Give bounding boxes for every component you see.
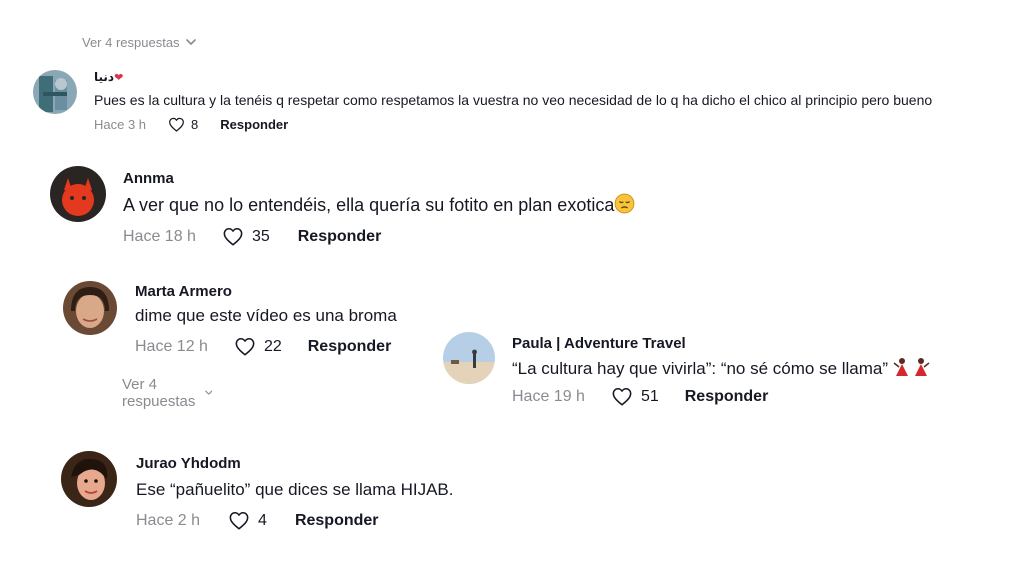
avatar[interactable]	[50, 166, 106, 222]
heart-outline-icon	[612, 387, 632, 406]
reply-button[interactable]: Responder	[308, 338, 392, 356]
comments-panel: Ver 4 respuestas دنيا❤ Pues es la cultur…	[0, 0, 1024, 576]
view-replies-button[interactable]: Ver 4 respuestas	[82, 35, 196, 50]
like-button[interactable]: 4	[228, 511, 267, 530]
like-count: 22	[263, 337, 282, 355]
comment-actions: Hace 3 h 8 Responder	[94, 117, 288, 132]
pensive-face-icon	[614, 193, 635, 214]
comment-time: Hace 12 h	[135, 337, 208, 355]
comment-text: “La cultura hay que vivirla”: “no sé cóm…	[512, 357, 931, 379]
comment-time: Hace 2 h	[136, 511, 201, 529]
chevron-down-icon	[205, 390, 213, 395]
comment-actions: Hace 19 h 51 Responder	[512, 387, 768, 406]
like-button[interactable]: 35	[222, 227, 270, 246]
heart-outline-icon	[235, 337, 255, 356]
chevron-down-icon	[185, 39, 196, 45]
heart-outline-icon	[223, 227, 243, 246]
avatar[interactable]	[443, 332, 495, 384]
comment-text: Pues es la cultura y la tenéis q respeta…	[94, 92, 933, 108]
view-replies-label: Ver 4 respuestas	[122, 376, 196, 410]
dancer-pair-icon	[893, 358, 930, 376]
like-count: 4	[258, 511, 267, 529]
comment-text: Ese “pañuelito” que dices se llama HIJAB…	[136, 480, 454, 499]
like-button[interactable]: 22	[234, 337, 282, 356]
comment-author[interactable]: Marta Armero	[135, 283, 232, 300]
like-count: 35	[251, 227, 270, 245]
comment-author[interactable]: Paula | Adventure Travel	[512, 335, 686, 352]
comment-actions: Hace 12 h 22 Responder	[135, 337, 391, 356]
like-count: 51	[640, 387, 659, 405]
heart-outline-icon	[169, 117, 184, 132]
comment-time: Hace 3 h	[94, 117, 147, 132]
comment-author[interactable]: Annma	[123, 170, 174, 187]
heart-icon: ❤	[114, 72, 124, 84]
like-button[interactable]: 51	[611, 387, 659, 406]
heart-outline-icon	[229, 511, 249, 530]
like-button[interactable]: 8	[168, 117, 198, 132]
comment-actions: Hace 18 h 35 Responder	[123, 227, 381, 246]
comment-text: A ver que no lo entendéis, ella quería s…	[123, 193, 635, 216]
reply-button[interactable]: Responder	[295, 512, 379, 530]
comment-text: dime que este vídeo es una broma	[135, 306, 397, 325]
avatar[interactable]	[63, 281, 117, 335]
view-replies-button[interactable]: Ver 4 respuestas	[122, 376, 213, 410]
reply-button[interactable]: Responder	[685, 388, 769, 406]
comment-time: Hace 18 h	[123, 227, 196, 245]
comment-actions: Hace 2 h 4 Responder	[136, 511, 379, 530]
avatar[interactable]	[61, 451, 117, 507]
comment-time: Hace 19 h	[512, 387, 585, 405]
reply-button[interactable]: Responder	[298, 228, 382, 246]
like-count: 8	[191, 117, 199, 132]
avatar[interactable]	[33, 70, 77, 114]
view-replies-label: Ver 4 respuestas	[82, 35, 180, 50]
comment-author[interactable]: Jurao Yhdodm	[136, 455, 241, 472]
comment-author[interactable]: دنيا❤	[94, 70, 123, 84]
reply-button[interactable]: Responder	[220, 117, 288, 132]
